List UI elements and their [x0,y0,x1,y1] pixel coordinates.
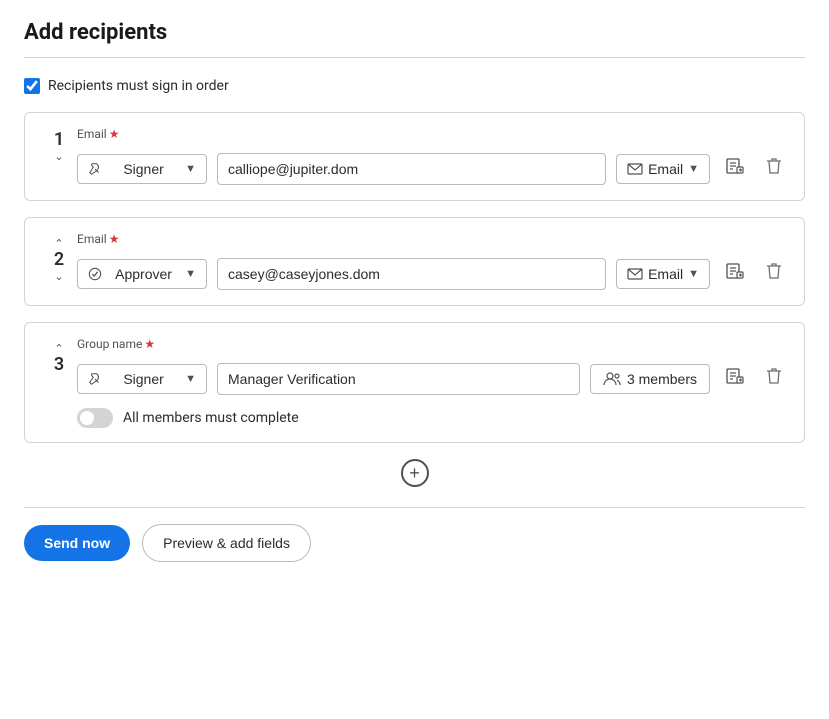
required-star-3: ★ [144,337,155,351]
chevron-down-1[interactable]: ⌄ [54,149,63,164]
page-title: Add recipients [24,20,805,45]
field-label-group-3: Group name ★ [77,337,788,351]
bottom-divider [24,507,805,508]
mail-icon-2 [627,268,643,280]
required-star-1: ★ [109,127,120,141]
mail-icon-1 [627,163,643,175]
delete-btn-1[interactable] [760,151,788,186]
recipient-card-2: ⌃ 2 ⌄ Email ★ Approver ▼ [24,217,805,306]
assign-fields-btn-1[interactable] [720,152,750,185]
members-count-3: 3 members [627,371,697,387]
chevron-down-2[interactable]: ⌄ [54,269,63,284]
role-name-3: Signer [108,371,179,387]
assign-fields-btn-3[interactable] [720,362,750,395]
send-now-button[interactable]: Send now [24,525,130,561]
recipient-number-col-3: ⌃ 3 [41,337,77,374]
members-icon-3 [603,372,621,386]
toggle-row-3: All members must complete [77,408,788,428]
delivery-btn-2[interactable]: Email ▼ [616,259,710,289]
all-members-toggle-3[interactable] [77,408,113,428]
role-dropdown-arrow-2: ▼ [185,268,196,280]
preview-add-fields-button[interactable]: Preview & add fields [142,524,311,562]
group-name-input-3[interactable] [217,363,580,395]
role-name-2: Approver [108,266,179,282]
role-name-1: Signer [108,161,179,177]
members-btn-3[interactable]: 3 members [590,364,710,394]
delete-btn-2[interactable] [760,256,788,291]
delivery-label-2: Email [648,266,683,282]
sign-order-label[interactable]: Recipients must sign in order [48,78,229,94]
role-dropdown-2[interactable]: Approver ▼ [77,259,207,289]
recipient-body-1: Email ★ Signer ▼ [77,127,788,186]
recipient-number-1: 1 [54,131,64,149]
approver-icon-2 [88,267,102,281]
email-input-1[interactable] [217,153,606,185]
add-recipient-btn[interactable]: + [401,459,429,487]
delete-btn-3[interactable] [760,361,788,396]
input-row-2: Approver ▼ Email ▼ [77,256,788,291]
recipient-number-2: 2 [54,251,64,269]
delivery-label-1: Email [648,161,683,177]
toggle-label-3: All members must complete [123,410,299,426]
add-recipient-row: + [24,459,805,487]
field-label-email-2: Email ★ [77,232,788,246]
recipient-card-3: ⌃ 3 Group name ★ Signer ▼ [24,322,805,443]
signer-icon-3 [88,372,102,386]
email-input-2[interactable] [217,258,606,290]
role-dropdown-3[interactable]: Signer ▼ [77,364,207,394]
recipient-number-col-2: ⌃ 2 ⌄ [41,232,77,285]
title-divider [24,57,805,58]
recipient-body-2: Email ★ Approver ▼ [77,232,788,291]
field-label-email-1: Email ★ [77,127,788,141]
recipient-number-col-1: 1 ⌄ [41,127,77,164]
assign-fields-btn-2[interactable] [720,257,750,290]
delivery-btn-1[interactable]: Email ▼ [616,154,710,184]
bottom-actions: Send now Preview & add fields [24,524,805,562]
input-row-3: Signer ▼ 3 members [77,361,788,396]
sign-order-row: Recipients must sign in order [24,78,805,94]
required-star-2: ★ [109,232,120,246]
recipient-number-3: 3 [54,356,64,374]
input-row-1: Signer ▼ Email ▼ [77,151,788,186]
signer-icon-1 [88,162,102,176]
recipient-card-1: 1 ⌄ Email ★ Signer ▼ [24,112,805,201]
delivery-arrow-1: ▼ [688,163,699,175]
sign-order-checkbox[interactable] [24,78,40,94]
recipient-body-3: Group name ★ Signer ▼ [77,337,788,428]
role-dropdown-arrow-1: ▼ [185,163,196,175]
delivery-arrow-2: ▼ [688,268,699,280]
role-dropdown-1[interactable]: Signer ▼ [77,154,207,184]
role-dropdown-arrow-3: ▼ [185,373,196,385]
